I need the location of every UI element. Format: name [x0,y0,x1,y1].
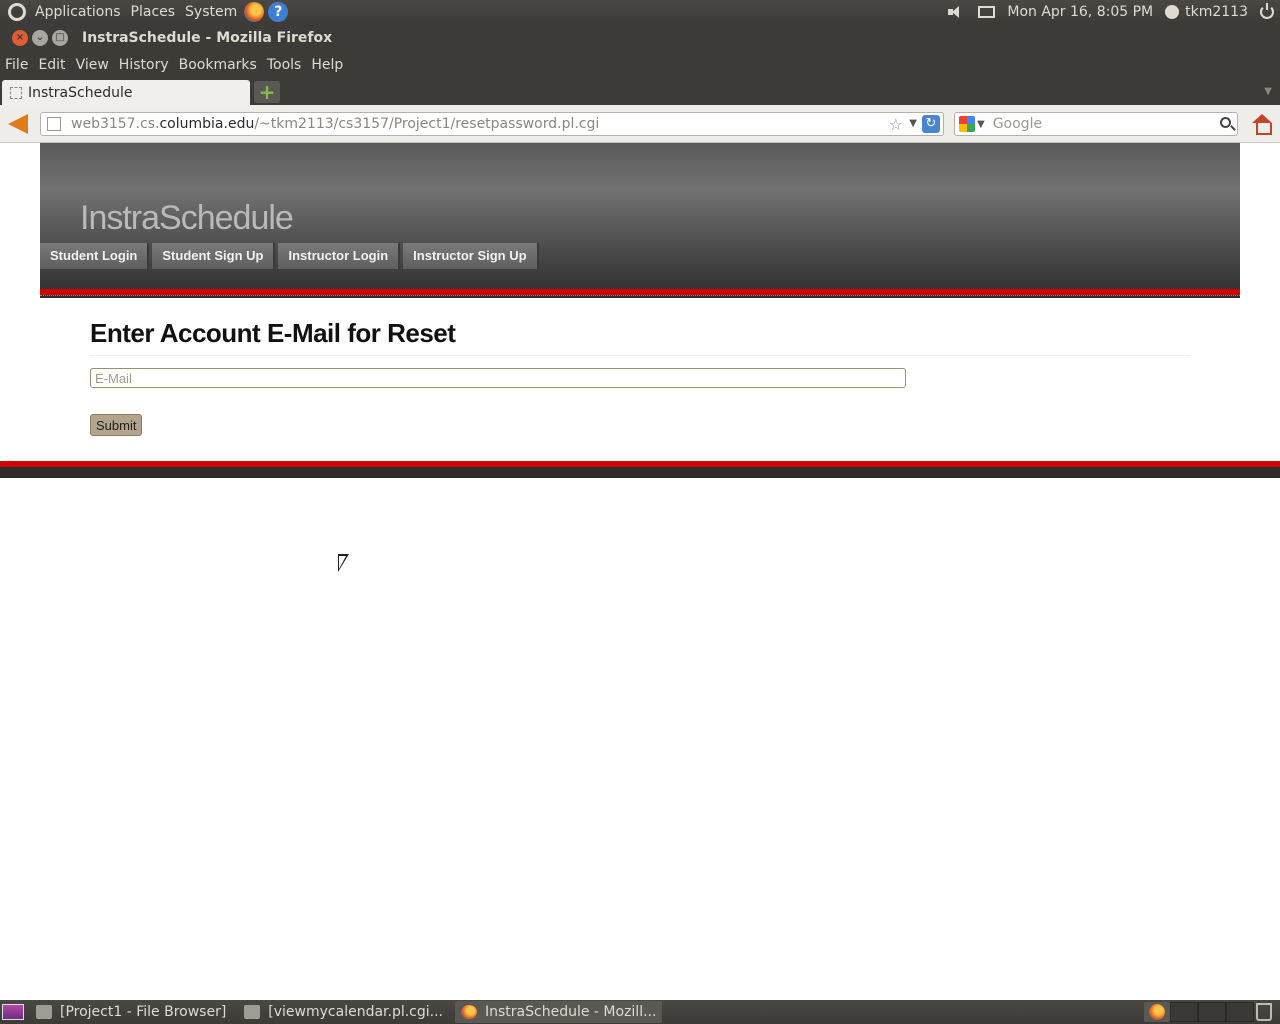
search-engine-dropdown-icon[interactable]: ▼ [977,119,985,130]
user-status-icon[interactable]: × [1165,5,1180,19]
taskbar-item-text-editor[interactable]: [viewmycalendar.pl.cgi... [238,1001,449,1023]
page-title: Enter Account E-Mail for Reset [90,318,1190,356]
menu-edit[interactable]: Edit [33,57,70,73]
power-icon[interactable] [1260,3,1274,19]
system-tray: Mon Apr 16, 8:05 PM × tkm2113 [942,0,1280,24]
menu-view[interactable]: View [71,57,114,73]
nav-student-login[interactable]: Student Login [40,243,150,269]
tab-instraschedule[interactable]: InstraSchedule [2,80,250,105]
minimize-window-icon[interactable]: ⌄ [32,30,48,46]
tab-list-chevron-icon[interactable]: ▼ [1264,86,1272,97]
navigation-toolbar: web3157.cs. columbia.edu/~tkm2113/cs3157/… [0,105,1280,143]
menu-bookmarks[interactable]: Bookmarks [174,57,262,73]
nav-instructor-login[interactable]: Instructor Login [278,243,401,269]
mouse-pointer-icon [338,554,349,572]
back-arrow-icon[interactable] [8,113,28,134]
window-titlebar: × ⌄ □ InstraSchedule - Mozilla Firefox [0,24,1280,52]
help-launcher-icon[interactable]: ? [268,2,289,22]
mail-icon[interactable] [978,6,996,18]
url-prefix: web3157.cs. [71,116,160,132]
submit-button[interactable]: Submit [90,414,143,436]
tab-label: InstraSchedule [28,84,133,101]
workspace-4[interactable] [1226,1002,1254,1022]
folder-icon [36,1005,52,1019]
footer-bar [0,467,1280,478]
volume-icon[interactable] [948,5,966,19]
search-bar[interactable]: ▼ Google [954,112,1238,136]
taskbar-item-file-browser[interactable]: [Project1 - File Browser] [30,1001,232,1023]
menu-tools[interactable]: Tools [262,57,307,73]
menu-file[interactable]: File [0,57,33,73]
tab-bar: InstraSchedule + ▼ [0,78,1280,105]
nav-student-sign-up[interactable]: Student Sign Up [152,243,276,269]
trash-icon[interactable] [1256,1003,1272,1021]
applications-menu[interactable]: Applications [30,4,126,20]
user-name[interactable]: tkm2113 [1185,4,1248,20]
clock[interactable]: Mon Apr 16, 8:05 PM [1007,4,1153,20]
menubar: File Edit View History Bookmarks Tools H… [0,52,1280,78]
google-engine-icon[interactable] [959,116,975,132]
menu-help[interactable]: Help [306,57,348,73]
home-icon[interactable] [1252,114,1272,135]
workspace-3[interactable] [1198,1002,1226,1022]
taskbar-item-label: [viewmycalendar.pl.cgi... [268,1004,444,1020]
system-menu[interactable]: System [180,4,242,20]
firefox-launcher-icon[interactable] [244,2,265,22]
ubuntu-logo-icon[interactable] [8,3,26,21]
reload-icon[interactable]: ↻ [922,115,940,133]
email-field[interactable] [90,368,906,388]
site-header: InstraSchedule Student Login Student Sig… [40,143,1240,298]
url-host: columbia.edu [159,116,255,132]
window-title: InstraSchedule - Mozilla Firefox [82,30,333,46]
search-icon[interactable] [1220,117,1231,128]
search-placeholder: Google [992,116,1043,132]
bookmark-star-icon[interactable]: ☆ [889,115,903,134]
site-nav: Student Login Student Sign Up Instructor… [40,243,542,269]
url-path: /~tkm2113/cs3157/Project1/resetpassword.… [254,116,600,132]
workspace-2[interactable] [1170,1002,1198,1022]
site-identity-icon[interactable] [47,117,61,131]
header-dotted-divider [40,295,1240,298]
page-favicon-icon [10,86,22,99]
reset-form: Enter Account E-Mail for Reset Submit [90,318,1190,436]
taskbar-item-firefox[interactable]: InstraSchedule - Mozill... [455,1001,663,1023]
top-panel: Applications Places System ? Mon Apr 16,… [0,0,1280,24]
firefox-icon [461,1005,478,1019]
taskbar-item-label: InstraSchedule - Mozill... [485,1004,657,1020]
close-window-icon[interactable]: × [12,30,28,46]
menu-history[interactable]: History [114,57,174,73]
taskbar-item-label: [Project1 - File Browser] [60,1004,227,1020]
show-desktop-icon[interactable] [2,1004,24,1020]
new-tab-button[interactable]: + [254,81,280,103]
nav-instructor-sign-up[interactable]: Instructor Sign Up [403,243,539,269]
text-editor-icon [244,1005,261,1019]
url-history-dropdown-icon[interactable]: ▼ [909,118,917,129]
maximize-window-icon[interactable]: □ [52,30,68,46]
site-title: InstraSchedule [80,199,294,237]
bottom-panel: [Project1 - File Browser] [viewmycalenda… [0,1000,1280,1024]
places-menu[interactable]: Places [126,4,181,20]
page-viewport: InstraSchedule Student Login Student Sig… [0,143,1280,1000]
url-bar[interactable]: web3157.cs. columbia.edu/~tkm2113/cs3157/… [40,112,944,136]
workspace-firefox-icon[interactable] [1144,1002,1170,1022]
